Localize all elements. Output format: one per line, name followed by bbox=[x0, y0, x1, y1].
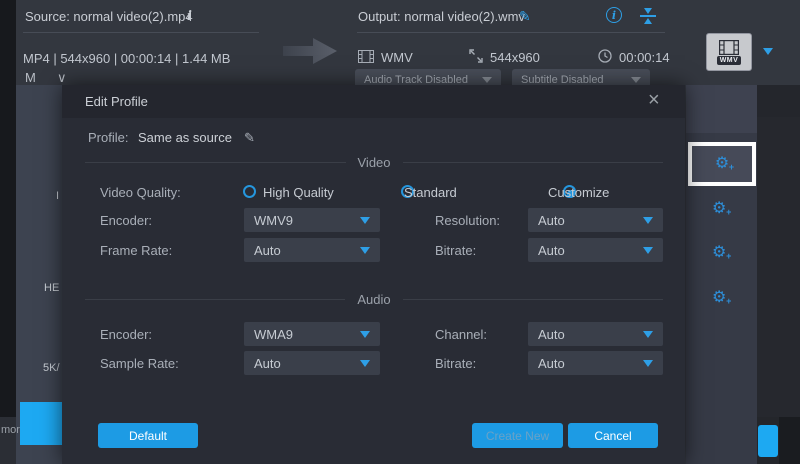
right-panel-top bbox=[757, 85, 800, 117]
video-bitrate-label: Bitrate: bbox=[435, 243, 476, 258]
output-resolution-text: 544x960 bbox=[490, 50, 540, 65]
video-bitrate-value: Auto bbox=[538, 243, 565, 258]
output-format-text: WMV bbox=[381, 50, 413, 65]
video-quality-label: Video Quality: bbox=[100, 185, 181, 200]
dropdown-arrow-icon bbox=[643, 360, 653, 367]
format-dropdown-arrow-icon[interactable] bbox=[763, 48, 773, 55]
video-bitrate-dropdown[interactable]: Auto bbox=[528, 238, 663, 262]
radio-standard-label[interactable]: Standard bbox=[404, 185, 457, 200]
radio-customize-label[interactable]: Customize bbox=[548, 185, 609, 200]
left-edge-panel bbox=[0, 0, 16, 464]
gear-plus-icon: ⚙+ bbox=[712, 245, 726, 261]
subtitle-dropdown-arrow-icon bbox=[631, 77, 641, 83]
audio-encoder-label: Encoder: bbox=[100, 327, 152, 342]
chevron-down-icon[interactable]: ∨ bbox=[57, 70, 67, 86]
separator-line bbox=[403, 162, 664, 163]
source-meta: MP4 | 544x960 | 00:00:14 | 1.44 MB bbox=[23, 51, 230, 66]
framerate-dropdown[interactable]: Auto bbox=[244, 238, 380, 262]
profile-gear-3[interactable]: ⚙+ bbox=[712, 244, 726, 262]
convert-button-fragment[interactable] bbox=[758, 425, 778, 457]
audio-bitrate-value: Auto bbox=[538, 356, 565, 371]
source-info-icon[interactable]: i bbox=[187, 9, 192, 24]
video-section-separator: Video bbox=[85, 155, 663, 170]
profile-gear-4[interactable]: ⚙+ bbox=[712, 289, 726, 307]
profile-label: Profile: bbox=[88, 130, 128, 145]
dropdown-arrow-icon bbox=[360, 331, 370, 338]
dialog-title: Edit Profile bbox=[85, 94, 148, 109]
merge-icon[interactable] bbox=[639, 7, 657, 25]
profile-gear-selected[interactable]: ⚙+ bbox=[688, 142, 756, 186]
source-file-label: Source: normal video(2).mp4 bbox=[25, 9, 193, 24]
film-icon bbox=[358, 50, 374, 63]
right-panel bbox=[757, 117, 800, 417]
resolution-icon bbox=[469, 49, 483, 63]
edit-profile-dialog: Edit Profile × Profile: Same as source ✎… bbox=[62, 85, 685, 464]
edit-profile-name-icon[interactable]: ✎ bbox=[244, 130, 255, 146]
profile-value: Same as source bbox=[138, 130, 232, 145]
channel-label: Channel: bbox=[435, 327, 487, 342]
cancel-button[interactable]: Cancel bbox=[568, 423, 658, 448]
background-fragment-2: HE bbox=[44, 282, 59, 294]
dialog-header bbox=[62, 85, 685, 118]
resolution-dropdown[interactable]: Auto bbox=[528, 208, 663, 232]
dropdown-arrow-icon bbox=[360, 247, 370, 254]
audio-section-title: Audio bbox=[357, 292, 390, 307]
radio-high-quality-label[interactable]: High Quality bbox=[263, 185, 334, 200]
separator-line bbox=[85, 162, 346, 163]
format-badge: WMV bbox=[717, 56, 742, 65]
close-icon[interactable]: × bbox=[648, 90, 660, 110]
background-fragment-3: 5K/ bbox=[43, 362, 60, 374]
gear-plus-icon: ⚙+ bbox=[712, 290, 726, 306]
output-duration-text: 00:00:14 bbox=[619, 50, 670, 65]
source-divider bbox=[23, 32, 259, 33]
channel-value: Auto bbox=[538, 327, 565, 342]
default-button[interactable]: Default bbox=[98, 423, 198, 448]
clock-icon bbox=[598, 49, 612, 63]
audio-encoder-dropdown[interactable]: WMA9 bbox=[244, 322, 380, 346]
edit-tool-icon[interactable]: M bbox=[25, 70, 36, 85]
output-info-icon[interactable]: i bbox=[606, 7, 622, 23]
video-encoder-dropdown[interactable]: WMV9 bbox=[244, 208, 380, 232]
video-encoder-value: WMV9 bbox=[254, 213, 293, 228]
separator-line bbox=[403, 299, 663, 300]
output-format-button[interactable]: WMV bbox=[706, 33, 752, 71]
bottom-left-fragment: mor bbox=[1, 424, 20, 436]
samplerate-value: Auto bbox=[254, 356, 281, 371]
create-new-button[interactable]: Create New bbox=[472, 423, 563, 448]
app-window: Source: normal video(2).mp4 i MP4 | 544x… bbox=[0, 0, 800, 464]
audio-bitrate-label: Bitrate: bbox=[435, 356, 476, 371]
audio-section-separator: Audio bbox=[85, 292, 663, 307]
dropdown-arrow-icon bbox=[643, 217, 653, 224]
video-encoder-label: Encoder: bbox=[100, 213, 152, 228]
audio-track-dropdown-arrow-icon bbox=[482, 77, 492, 83]
rename-output-icon[interactable]: ✎ bbox=[519, 8, 531, 25]
dropdown-arrow-icon bbox=[360, 217, 370, 224]
background-fragment-1: I bbox=[56, 190, 59, 202]
gear-plus-icon: ⚙+ bbox=[712, 201, 726, 217]
right-corner-dark bbox=[779, 417, 800, 464]
dropdown-arrow-icon bbox=[360, 360, 370, 367]
profile-gear-2[interactable]: ⚙+ bbox=[712, 200, 726, 218]
background-blue-button-fragment bbox=[20, 402, 62, 445]
video-section-title: Video bbox=[358, 155, 391, 170]
resolution-label: Resolution: bbox=[435, 213, 500, 228]
audio-bitrate-dropdown[interactable]: Auto bbox=[528, 351, 663, 375]
profile-sidebar-header bbox=[686, 85, 757, 133]
separator-line bbox=[85, 299, 345, 300]
resolution-value: Auto bbox=[538, 213, 565, 228]
dropdown-arrow-icon bbox=[643, 247, 653, 254]
framerate-label: Frame Rate: bbox=[100, 243, 172, 258]
dropdown-arrow-icon bbox=[643, 331, 653, 338]
samplerate-dropdown[interactable]: Auto bbox=[244, 351, 380, 375]
output-divider bbox=[357, 32, 665, 33]
radio-high-quality[interactable] bbox=[243, 185, 256, 198]
audio-encoder-value: WMA9 bbox=[254, 327, 293, 342]
framerate-value: Auto bbox=[254, 243, 281, 258]
samplerate-label: Sample Rate: bbox=[100, 356, 179, 371]
format-film-icon bbox=[719, 40, 739, 55]
output-file-label: Output: normal video(2).wmv bbox=[358, 9, 525, 24]
gear-plus-icon: ⚙+ bbox=[715, 156, 729, 172]
convert-arrow-icon bbox=[283, 36, 337, 66]
channel-dropdown[interactable]: Auto bbox=[528, 322, 663, 346]
